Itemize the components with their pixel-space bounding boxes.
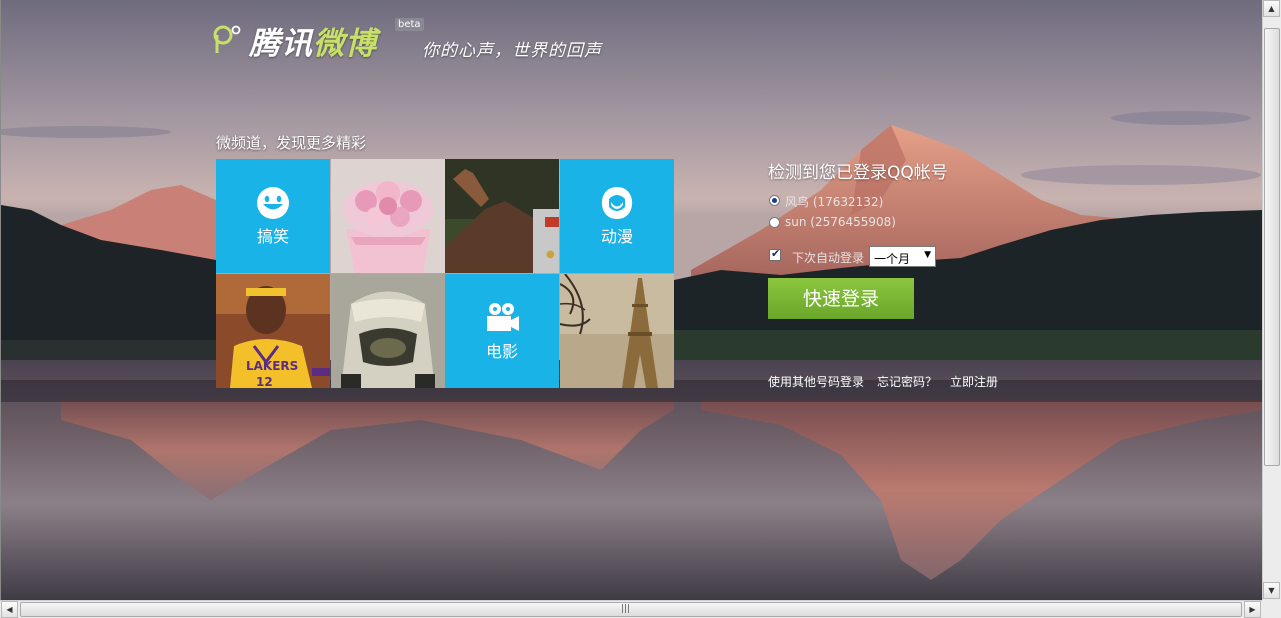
checkmark-icon: ✔	[771, 247, 781, 260]
tile-movie-label: 电影	[485, 342, 518, 361]
account-option-2-label: sun (2576455908)	[785, 215, 896, 229]
horizontal-scroll-thumb[interactable]: |||	[20, 602, 1242, 617]
scrollbar-corner	[1262, 600, 1281, 618]
svg-text:12: 12	[256, 375, 273, 388]
brand-slogan: 你的心声，世界的回声	[422, 41, 602, 61]
account-radio-2[interactable]	[769, 217, 780, 228]
login-links: 使用其他号码登录 忘记密码？ 立即注册	[768, 373, 1011, 390]
browser-viewport: 腾讯微博 beta 你的心声，世界的回声 微频道，发现更多精彩 搞笑 ● 动漫 …	[0, 0, 1262, 600]
smiley-icon	[257, 187, 289, 219]
tile-funny[interactable]: 搞笑	[216, 159, 330, 273]
movie-camera-icon	[487, 303, 519, 331]
vertical-scroll-thumb[interactable]	[1264, 28, 1280, 466]
other-account-link[interactable]: 使用其他号码登录	[768, 375, 864, 389]
channel-tiles: 搞笑 ● 动漫 LAKERS 12 电影	[216, 159, 674, 388]
tile-eiffel-photo[interactable]	[560, 274, 674, 388]
auto-login-duration-select[interactable]: 一个月 ▼	[869, 246, 936, 267]
auto-login-label: 下次自动登录	[792, 251, 865, 265]
vertical-scrollbar[interactable]: ▲ ▼	[1262, 0, 1281, 600]
register-link[interactable]: 立即注册	[950, 375, 998, 389]
brand-name: 腾讯微博	[249, 18, 377, 63]
scroll-grip-icon: |||	[621, 604, 631, 614]
tile-athlete-photo[interactable]: ●	[445, 159, 559, 273]
channels-title: 微频道，发现更多精彩	[216, 134, 367, 152]
tile-anime-label: 动漫	[600, 227, 633, 246]
athlete-image: ●	[445, 159, 559, 273]
cupcake-image	[331, 159, 445, 273]
tile-movie[interactable]: 电影	[445, 274, 559, 388]
auto-login-checkbox[interactable]: ✔	[769, 247, 781, 261]
svg-text:●: ●	[546, 249, 555, 260]
anime-character-icon	[601, 187, 633, 219]
tile-anime[interactable]: 动漫	[560, 159, 674, 273]
login-title: 检测到您已登录QQ帐号	[768, 163, 948, 183]
tile-car-photo[interactable]	[331, 274, 445, 388]
brand-name-part2: 微博	[313, 26, 377, 62]
basketball-player-image: LAKERS 12	[216, 274, 330, 388]
eiffel-tower-image	[560, 274, 674, 388]
beta-badge: beta	[395, 18, 424, 31]
svg-text:LAKERS: LAKERS	[246, 359, 298, 373]
horizontal-scrollbar[interactable]: ◀ ||| ▶	[0, 600, 1262, 618]
account-option-1-label: 风鸟 (17632132)	[785, 195, 884, 209]
quick-login-button[interactable]: 快速登录	[768, 278, 914, 319]
forgot-password-link[interactable]: 忘记密码？	[877, 375, 937, 389]
scroll-down-arrow-icon[interactable]: ▼	[1263, 582, 1280, 599]
silver-car-image	[331, 274, 445, 388]
weibo-p-icon	[213, 25, 241, 53]
scroll-left-arrow-icon[interactable]: ◀	[1, 601, 18, 618]
tile-funny-label: 搞笑	[256, 227, 289, 246]
scroll-up-arrow-icon[interactable]: ▲	[1263, 0, 1280, 17]
scroll-right-arrow-icon[interactable]: ▶	[1244, 601, 1261, 618]
dropdown-arrow-icon: ▼	[924, 250, 931, 260]
tile-basketball-photo[interactable]: LAKERS 12	[216, 274, 330, 388]
brand-name-part1: 腾讯	[249, 26, 313, 62]
qq-login-panel: 检测到您已登录QQ帐号 风鸟 (17632132) sun (257645590…	[768, 158, 1068, 389]
duration-value: 一个月	[874, 252, 911, 266]
account-radio-1[interactable]	[769, 195, 780, 206]
tile-cupcake-photo[interactable]	[331, 159, 445, 273]
